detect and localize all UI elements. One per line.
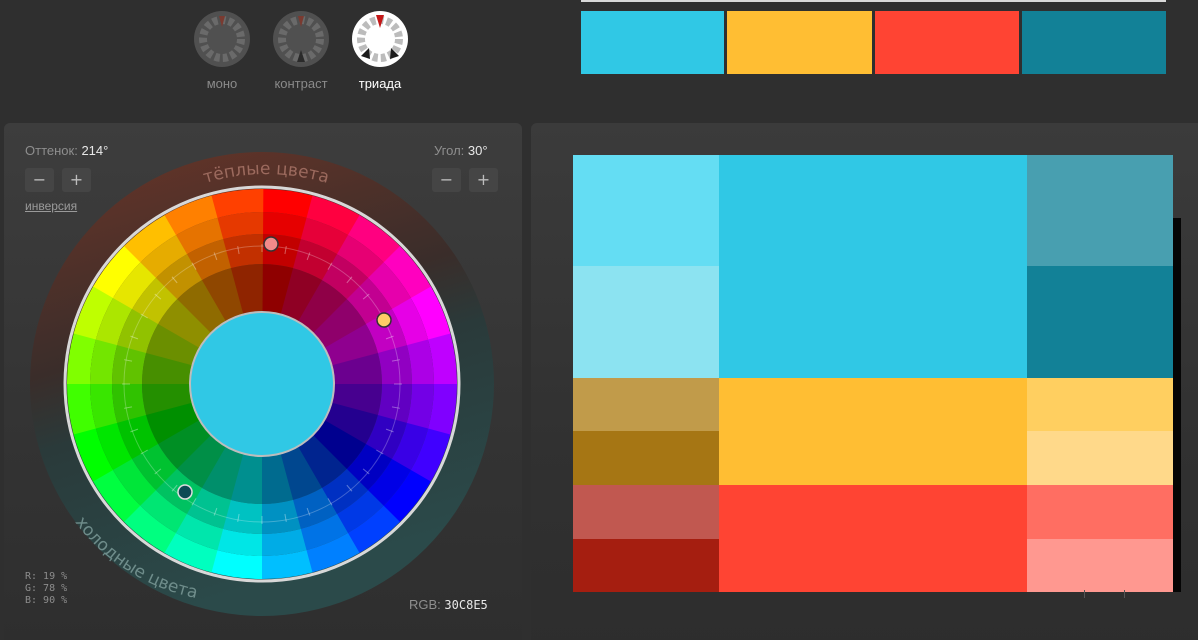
color-wheel[interactable]: тёплые цвета холодные цвета <box>0 0 530 640</box>
palette-divider <box>581 0 1166 2</box>
variation-cell[interactable] <box>719 539 1027 592</box>
rgb-r: R: 19 % <box>25 571 68 582</box>
invert-link[interactable]: инверсия <box>25 199 77 213</box>
rgb-g: G: 78 % <box>25 583 68 594</box>
variation-cell[interactable] <box>719 431 1027 485</box>
swatch-primary[interactable] <box>581 11 724 74</box>
swatch-tertiary[interactable] <box>875 11 1019 74</box>
variation-cell[interactable] <box>1027 266 1173 378</box>
angle-decrease-button[interactable]: − <box>432 168 461 192</box>
selected-color-center <box>189 311 335 457</box>
variation-cell[interactable] <box>1027 431 1173 485</box>
rgb-hex-value: 30C8E5 <box>444 598 488 612</box>
rgb-hex-readout: RGB: 30C8E5 <box>409 597 488 612</box>
variation-cell[interactable] <box>573 485 719 539</box>
hue-readout: Оттенок: 214° <box>25 143 108 158</box>
hue-marker-secondary[interactable] <box>376 312 392 328</box>
variation-cell[interactable] <box>719 155 1027 266</box>
hue-value: 214° <box>81 143 109 158</box>
variation-cell[interactable] <box>573 155 719 266</box>
hue-increase-button[interactable]: + <box>62 168 91 192</box>
hue-decrease-button[interactable]: − <box>25 168 54 192</box>
swatch-secondary[interactable] <box>727 11 872 74</box>
hue-label: Оттенок: <box>25 143 78 158</box>
ruler-tick <box>1084 590 1085 598</box>
angle-readout: Угол: 30° <box>434 143 488 158</box>
variation-cell[interactable] <box>719 485 1027 539</box>
variation-cell[interactable] <box>573 378 719 431</box>
rgb-b: B: 90 % <box>25 595 68 606</box>
scrollbar[interactable] <box>1173 218 1181 592</box>
ruler-tick <box>1124 590 1125 598</box>
hue-marker-primary[interactable] <box>263 236 279 252</box>
rgb-label: RGB: <box>409 597 441 612</box>
variation-cell[interactable] <box>573 431 719 485</box>
variation-cell[interactable] <box>1027 378 1173 431</box>
hue-marker-tertiary[interactable] <box>177 484 193 500</box>
variation-cell[interactable] <box>1027 485 1173 539</box>
angle-value: 30° <box>467 143 488 158</box>
angle-label: Угол: <box>434 143 465 158</box>
variation-cell[interactable] <box>719 266 1027 378</box>
variation-cell[interactable] <box>1027 155 1173 266</box>
variation-cell[interactable] <box>1027 539 1173 592</box>
variation-cell[interactable] <box>719 378 1027 431</box>
variation-cell[interactable] <box>573 539 719 592</box>
swatch-complement[interactable] <box>1022 11 1166 74</box>
angle-increase-button[interactable]: + <box>469 168 498 192</box>
variation-cell[interactable] <box>573 266 719 378</box>
rgb-percent-readout: R: 19 % G: 78 % B: 90 % <box>25 571 67 607</box>
